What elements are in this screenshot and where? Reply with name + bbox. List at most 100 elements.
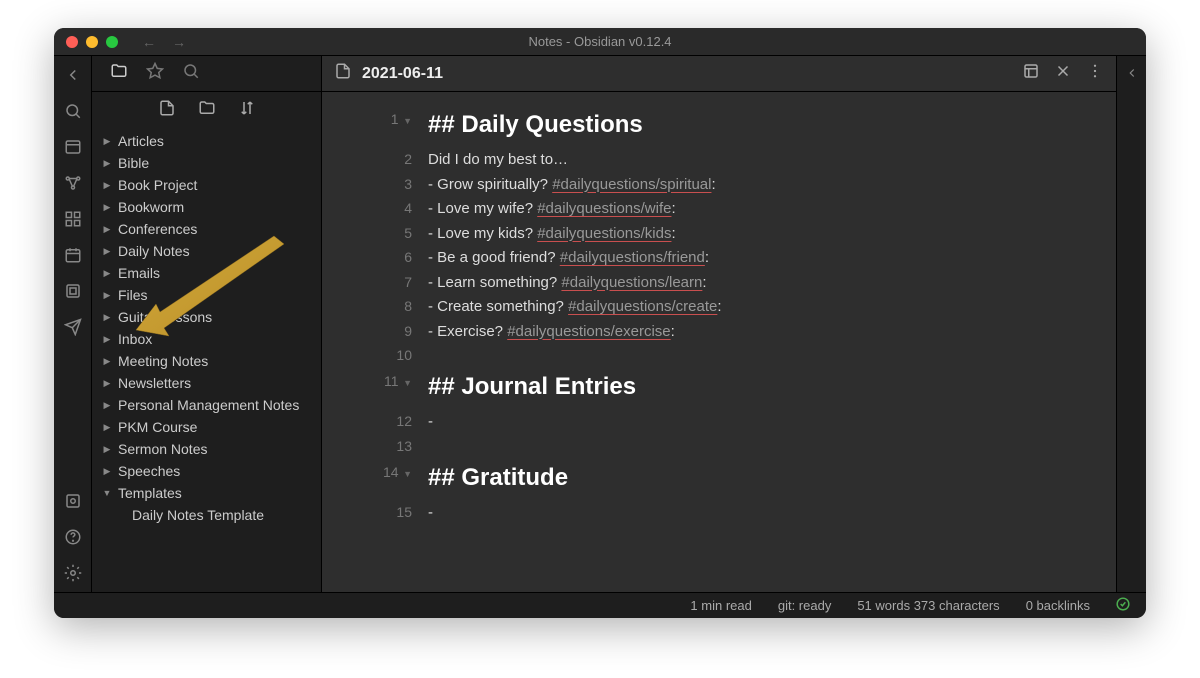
fold-indicator-icon[interactable]: ▼ [401, 116, 412, 126]
hashtag-link[interactable]: #dailyquestions/exercise [507, 323, 670, 340]
daily-note-icon[interactable] [62, 244, 84, 266]
chevron-right-icon[interactable]: ▶ [102, 224, 112, 234]
chevron-right-icon[interactable]: ▶ [102, 422, 112, 432]
tree-folder[interactable]: ▶Files [92, 284, 321, 306]
editor-line[interactable]: 9- Exercise? #dailyquestions/exercise: [322, 320, 1116, 345]
chevron-right-icon[interactable]: ▶ [102, 202, 112, 212]
more-options-icon[interactable] [1086, 62, 1104, 85]
graph-view-icon[interactable] [62, 172, 84, 194]
new-folder-icon[interactable] [198, 99, 216, 122]
editor-line[interactable]: 5- Love my kids? #dailyquestions/kids: [322, 222, 1116, 247]
editor-line[interactable]: 2Did I do my best to… [322, 148, 1116, 173]
chevron-right-icon[interactable]: ▶ [102, 136, 112, 146]
settings-icon[interactable] [62, 562, 84, 584]
line-content[interactable]: - [428, 502, 1116, 525]
tree-folder[interactable]: ▶Personal Management Notes [92, 394, 321, 416]
line-content[interactable]: - Create something? #dailyquestions/crea… [428, 296, 1116, 319]
line-content[interactable]: ## Journal Entries [428, 365, 1116, 409]
line-content[interactable]: - Love my wife? #dailyquestions/wife: [428, 198, 1116, 221]
chevron-right-icon[interactable]: ▶ [102, 334, 112, 344]
tree-folder[interactable]: ▶Sermon Notes [92, 438, 321, 460]
chevron-right-icon[interactable]: ▶ [102, 158, 112, 168]
line-content[interactable]: - Grow spiritually? #dailyquestions/spir… [428, 174, 1116, 197]
hashtag-link[interactable]: #dailyquestions/kids [537, 225, 671, 242]
tree-folder[interactable]: ▶Speeches [92, 460, 321, 482]
preview-toggle-icon[interactable] [1022, 62, 1040, 85]
fold-indicator-icon[interactable]: ▼ [401, 378, 412, 388]
editor-line[interactable]: 1 ▼## Daily Questions [322, 102, 1116, 148]
chevron-right-icon[interactable]: ▶ [102, 290, 112, 300]
line-content[interactable]: - Exercise? #dailyquestions/exercise: [428, 321, 1116, 344]
editor-line[interactable]: 13 [322, 435, 1116, 455]
line-content[interactable] [428, 436, 1116, 454]
editor-line[interactable]: 12- [322, 410, 1116, 435]
hashtag-link[interactable]: #dailyquestions/spiritual [552, 176, 711, 193]
hashtag-link[interactable]: #dailyquestions/friend [560, 249, 705, 266]
chevron-right-icon[interactable]: ▶ [102, 400, 112, 410]
minimize-window-button[interactable] [86, 36, 98, 48]
editor-line[interactable]: 14 ▼## Gratitude [322, 455, 1116, 501]
chevron-right-icon[interactable]: ▶ [102, 378, 112, 388]
maximize-window-button[interactable] [106, 36, 118, 48]
line-content[interactable] [428, 345, 1116, 363]
workspaces-icon[interactable] [62, 208, 84, 230]
help-icon[interactable] [62, 526, 84, 548]
chevron-right-icon[interactable]: ▶ [102, 246, 112, 256]
tree-folder[interactable]: ▶Inbox [92, 328, 321, 350]
editor-line[interactable]: 3- Grow spiritually? #dailyquestions/spi… [322, 173, 1116, 198]
tree-folder[interactable]: ▶Daily Notes [92, 240, 321, 262]
line-content[interactable]: - Love my kids? #dailyquestions/kids: [428, 223, 1116, 246]
editor-body[interactable]: 1 ▼## Daily Questions2Did I do my best t… [322, 92, 1116, 592]
line-content[interactable]: - Learn something? #dailyquestions/learn… [428, 272, 1116, 295]
line-content[interactable]: ## Daily Questions [428, 103, 1116, 147]
line-content[interactable]: - Be a good friend? #dailyquestions/frie… [428, 247, 1116, 270]
vault-icon[interactable] [62, 490, 84, 512]
tree-folder[interactable]: ▶Conferences [92, 218, 321, 240]
tree-folder[interactable]: ▶Bible [92, 152, 321, 174]
hashtag-link[interactable]: #dailyquestions/wife [537, 200, 671, 217]
hashtag-link[interactable]: #dailyquestions/create [568, 298, 717, 315]
tree-folder[interactable]: ▶Newsletters [92, 372, 321, 394]
tree-folder[interactable]: ▶Articles [92, 130, 321, 152]
tree-folder[interactable]: ▶Guitar Lessons [92, 306, 321, 328]
chevron-right-icon[interactable]: ▶ [102, 180, 112, 190]
fold-indicator-icon[interactable]: ▼ [401, 469, 412, 479]
editor-line[interactable]: 11 ▼## Journal Entries [322, 364, 1116, 410]
editor-line[interactable]: 10 [322, 344, 1116, 364]
tree-folder[interactable]: ▶PKM Course [92, 416, 321, 438]
tab-search[interactable] [182, 62, 200, 85]
tree-file[interactable]: Daily Notes Template [92, 504, 321, 526]
editor-line[interactable]: 8- Create something? #dailyquestions/cre… [322, 295, 1116, 320]
file-tree[interactable]: ▶Articles▶Bible▶Book Project▶Bookworm▶Co… [92, 128, 321, 592]
search-icon[interactable] [62, 100, 84, 122]
tree-folder[interactable]: ▶Book Project [92, 174, 321, 196]
collapse-sidebar-icon[interactable] [62, 64, 84, 86]
editor-line[interactable]: 4- Love my wife? #dailyquestions/wife: [322, 197, 1116, 222]
tree-folder[interactable]: ▶Emails [92, 262, 321, 284]
chevron-right-icon[interactable]: ▶ [102, 466, 112, 476]
tab-starred[interactable] [146, 62, 164, 85]
nav-back-button[interactable]: ← [142, 34, 156, 50]
sort-icon[interactable] [238, 99, 256, 122]
close-window-button[interactable] [66, 36, 78, 48]
chevron-down-icon[interactable]: ▼ [102, 488, 112, 498]
templates-icon[interactable] [62, 280, 84, 302]
chevron-right-icon[interactable]: ▶ [102, 444, 112, 454]
chevron-right-icon[interactable]: ▶ [102, 356, 112, 366]
nav-forward-button[interactable]: → [172, 34, 186, 50]
tree-folder[interactable]: ▶Meeting Notes [92, 350, 321, 372]
line-content[interactable]: - [428, 411, 1116, 434]
chevron-right-icon[interactable]: ▶ [102, 312, 112, 322]
expand-right-sidebar-icon[interactable] [1125, 66, 1139, 85]
editor-line[interactable]: 6- Be a good friend? #dailyquestions/fri… [322, 246, 1116, 271]
editor-line[interactable]: 7- Learn something? #dailyquestions/lear… [322, 271, 1116, 296]
tree-folder[interactable]: ▼Templates [92, 482, 321, 504]
close-pane-icon[interactable] [1054, 62, 1072, 85]
hashtag-link[interactable]: #dailyquestions/learn [561, 274, 702, 291]
quick-switcher-icon[interactable] [62, 136, 84, 158]
line-content[interactable]: Did I do my best to… [428, 149, 1116, 172]
chevron-right-icon[interactable]: ▶ [102, 268, 112, 278]
tab-files[interactable] [110, 62, 128, 85]
publish-icon[interactable] [62, 316, 84, 338]
line-content[interactable]: ## Gratitude [428, 456, 1116, 500]
